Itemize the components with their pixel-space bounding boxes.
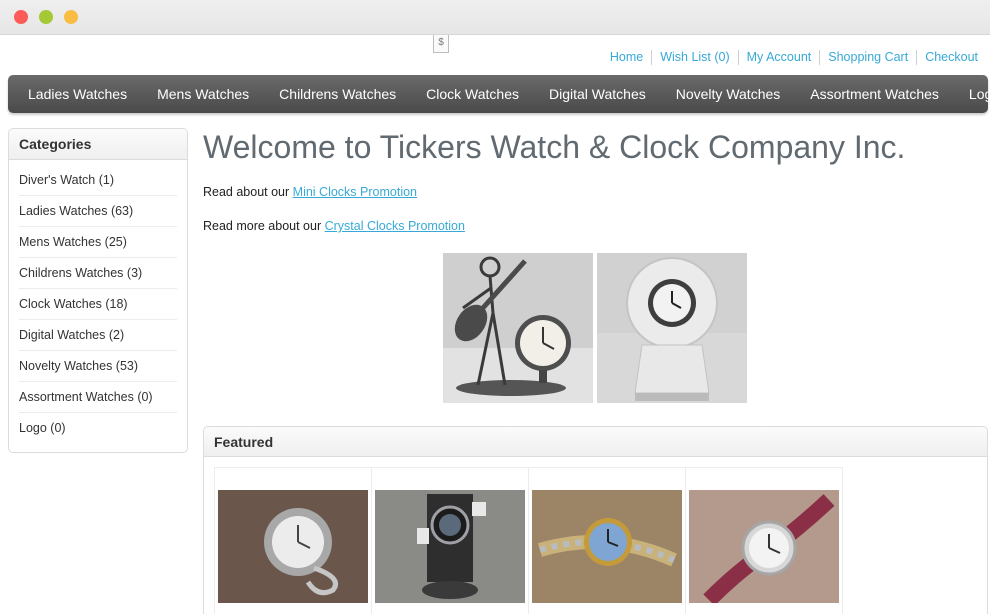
menu-item-mens-watches[interactable]: Mens Watches bbox=[142, 75, 264, 113]
promo-photos bbox=[443, 253, 747, 403]
my-account-link[interactable]: My Account bbox=[737, 50, 820, 65]
close-window-button[interactable] bbox=[14, 10, 28, 24]
gold-bracelet-watch-image[interactable] bbox=[532, 490, 682, 603]
promo-line-mini-clocks: Read about our Mini Clocks Promotion bbox=[203, 185, 417, 199]
category-item[interactable]: Digital Watches (2) bbox=[19, 320, 177, 351]
shopping-cart-link[interactable]: Shopping Cart bbox=[819, 50, 916, 65]
categories-box: Categories Diver's Watch (1) Ladies Watc… bbox=[8, 128, 188, 453]
category-item[interactable]: Clock Watches (18) bbox=[19, 289, 177, 320]
crystal-clock-image[interactable] bbox=[597, 253, 747, 403]
category-item[interactable]: Diver's Watch (1) bbox=[19, 165, 177, 196]
product-card[interactable] bbox=[215, 468, 372, 614]
page-title: Welcome to Tickers Watch & Clock Company… bbox=[203, 129, 906, 165]
window-titlebar bbox=[0, 0, 990, 35]
main-menu: Ladies Watches Mens Watches Childrens Wa… bbox=[8, 75, 990, 113]
checkout-link[interactable]: Checkout bbox=[916, 50, 978, 65]
main-content: Welcome to Tickers Watch & Clock Company… bbox=[203, 128, 988, 614]
featured-box: Featured bbox=[203, 426, 988, 614]
promo-line-crystal-clocks: Read more about our Crystal Clocks Promo… bbox=[203, 219, 465, 233]
boxed-watch-image[interactable] bbox=[375, 490, 525, 603]
ring-clock-image[interactable] bbox=[218, 490, 368, 603]
mini-clocks-promo-link[interactable]: Mini Clocks Promotion bbox=[293, 185, 417, 199]
menu-item-ladies-watches[interactable]: Ladies Watches bbox=[13, 75, 142, 113]
minimize-window-button[interactable] bbox=[39, 10, 53, 24]
red-strap-watch-image[interactable] bbox=[689, 490, 839, 603]
category-item[interactable]: Assortment Watches (0) bbox=[19, 382, 177, 413]
category-item[interactable]: Childrens Watches (3) bbox=[19, 258, 177, 289]
home-link[interactable]: Home bbox=[602, 50, 651, 65]
category-item[interactable]: Logo (0) bbox=[19, 413, 177, 444]
category-item[interactable]: Novelty Watches (53) bbox=[19, 351, 177, 382]
menu-item-clock-watches[interactable]: Clock Watches bbox=[411, 75, 534, 113]
product-card[interactable] bbox=[372, 468, 529, 614]
menu-item-logo[interactable]: Logo bbox=[954, 75, 990, 113]
category-list: Diver's Watch (1) Ladies Watches (63) Me… bbox=[9, 160, 187, 444]
menu-item-assortment-watches[interactable]: Assortment Watches bbox=[795, 75, 954, 113]
category-item[interactable]: Ladies Watches (63) bbox=[19, 196, 177, 227]
menu-item-digital-watches[interactable]: Digital Watches bbox=[534, 75, 661, 113]
guitar-clock-image[interactable] bbox=[443, 253, 593, 403]
crystal-clocks-promo-link[interactable]: Crystal Clocks Promotion bbox=[325, 219, 465, 233]
categories-heading: Categories bbox=[9, 129, 187, 160]
promo-text: Read more about our bbox=[203, 219, 325, 233]
product-card[interactable] bbox=[529, 468, 686, 614]
category-item[interactable]: Mens Watches (25) bbox=[19, 227, 177, 258]
featured-products bbox=[214, 467, 843, 614]
menu-item-childrens-watches[interactable]: Childrens Watches bbox=[264, 75, 411, 113]
maximize-window-button[interactable] bbox=[64, 10, 78, 24]
menu-item-novelty-watches[interactable]: Novelty Watches bbox=[661, 75, 796, 113]
product-card[interactable] bbox=[686, 468, 843, 614]
wishlist-link[interactable]: Wish List (0) bbox=[651, 50, 737, 65]
featured-heading: Featured bbox=[204, 427, 987, 457]
top-links: Home Wish List (0) My Account Shopping C… bbox=[602, 50, 978, 65]
currency-selector[interactable]: $ bbox=[433, 35, 449, 53]
promo-text: Read about our bbox=[203, 185, 293, 199]
